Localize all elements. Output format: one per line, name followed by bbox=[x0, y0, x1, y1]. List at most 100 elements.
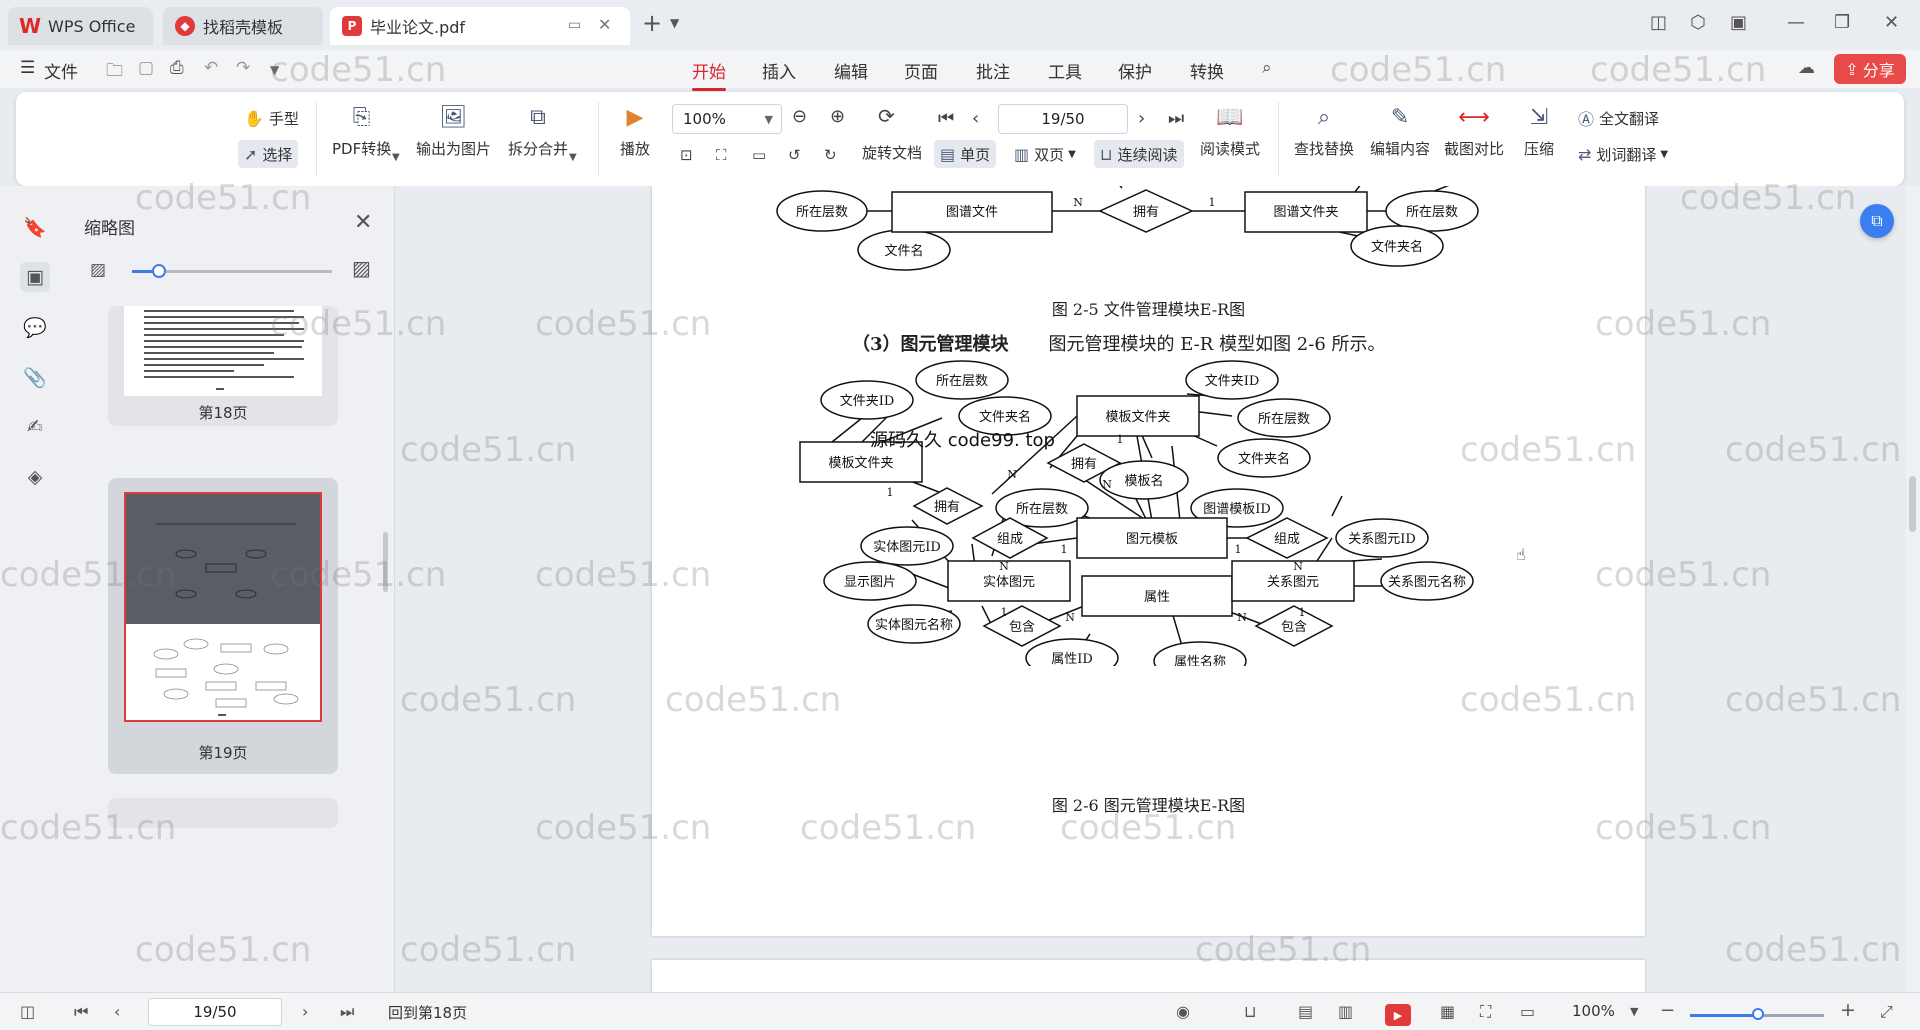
menu-comment[interactable]: 批注 bbox=[976, 58, 1010, 83]
thumbnail-card-selected[interactable]: 第19页 bbox=[108, 478, 338, 774]
rotate-left-icon[interactable]: ↺ bbox=[788, 146, 801, 164]
split-merge-button[interactable]: ⧉ 拆分合并 bbox=[508, 102, 568, 159]
save-icon[interactable]: ▢ bbox=[138, 58, 154, 78]
fullscreen-icon[interactable]: ⤢ bbox=[1880, 1002, 1893, 1022]
compress-button[interactable]: ⇲ 压缩 bbox=[1524, 102, 1554, 159]
search-icon[interactable]: ⌕ bbox=[1262, 58, 1272, 78]
floating-tool-icon[interactable]: ⧉ bbox=[1860, 204, 1894, 238]
hamburger-icon[interactable]: ☰ bbox=[20, 58, 35, 78]
pdf-convert-button[interactable]: ⎘ PDF转换 bbox=[332, 102, 391, 159]
export-image-button[interactable]: 🖼 输出为图片 bbox=[416, 102, 491, 159]
attachment-icon[interactable]: 📎 bbox=[20, 362, 50, 392]
next-page-icon[interactable]: › bbox=[1138, 108, 1145, 129]
document-scrollbar-thumb[interactable] bbox=[1909, 476, 1916, 532]
continuous-icon[interactable]: ⊔ bbox=[1244, 1002, 1256, 1021]
zoom-select[interactable]: 100% ▼ bbox=[672, 104, 782, 134]
double-page-icon[interactable]: ▥ bbox=[1338, 1002, 1353, 1021]
tab-template[interactable]: ◆ 找稻壳模板 bbox=[163, 7, 323, 45]
read-mode-icon[interactable]: ▦ bbox=[1440, 1002, 1455, 1021]
find-replace-button[interactable]: ⌕ 查找替换 bbox=[1294, 102, 1354, 159]
thumbnail-card[interactable]: 第18页 bbox=[108, 306, 338, 426]
compare-button[interactable]: ⟷ 截图对比 bbox=[1444, 102, 1504, 159]
menu-file[interactable]: 文件 bbox=[44, 58, 78, 83]
full-translate-button[interactable]: Ⓐ 全文翻译 bbox=[1572, 104, 1665, 132]
last-page-icon[interactable]: ⏭ bbox=[340, 1002, 354, 1022]
prev-page-icon[interactable]: ‹ bbox=[114, 1002, 120, 1021]
large-thumb-icon[interactable]: ▨ bbox=[352, 256, 371, 280]
menu-convert[interactable]: 转换 bbox=[1190, 58, 1224, 83]
edit-content-button[interactable]: ✎ 编辑内容 bbox=[1370, 102, 1430, 159]
thumbnail-icon[interactable]: ▣ bbox=[20, 262, 50, 292]
zoom-in-icon[interactable]: ⊕ bbox=[830, 106, 845, 127]
tab-pdf[interactable]: P 毕业论文.pdf ▭ ✕ bbox=[330, 7, 630, 45]
menu-tools[interactable]: 工具 bbox=[1048, 58, 1082, 83]
thumb-size-slider-knob[interactable] bbox=[152, 264, 166, 278]
layers-icon[interactable]: ◈ bbox=[20, 462, 50, 492]
single-page-button[interactable]: ▤ 单页 bbox=[934, 140, 997, 168]
small-thumb-icon[interactable]: ▨ bbox=[90, 260, 106, 280]
open-folder-icon[interactable]: 🗀 bbox=[106, 58, 123, 87]
rotate-doc-button[interactable]: 旋转文档 bbox=[862, 142, 922, 163]
read-mode-button[interactable]: 📖 阅读模式 bbox=[1200, 102, 1260, 159]
minimize-icon[interactable]: — bbox=[1787, 12, 1805, 33]
play-slideshow-icon[interactable]: ▶ bbox=[1385, 1004, 1411, 1026]
zoom-in-icon[interactable]: + bbox=[1840, 999, 1856, 1021]
sidebar-toggle-icon[interactable]: ◫ bbox=[20, 1002, 35, 1021]
menu-insert[interactable]: 插入 bbox=[762, 58, 796, 83]
next-page-icon[interactable]: › bbox=[302, 1002, 308, 1021]
zoom-out-icon[interactable]: ⊖ bbox=[792, 106, 807, 127]
fit-width-icon[interactable]: ▭ bbox=[1520, 1002, 1535, 1021]
continuous-read-button[interactable]: ⊔ 连续阅读 bbox=[1094, 140, 1184, 168]
menu-edit[interactable]: 编辑 bbox=[834, 58, 868, 83]
close-panel-icon[interactable]: ✕ bbox=[354, 210, 372, 235]
page-number-input[interactable]: 19/50 bbox=[998, 104, 1128, 134]
status-zoom-value[interactable]: 100% bbox=[1572, 1002, 1615, 1020]
thumbnail-card-next[interactable] bbox=[108, 798, 338, 828]
zoom-out-icon[interactable]: − bbox=[1660, 1000, 1675, 1021]
double-page-button[interactable]: ▥ 双页 ▼ bbox=[1008, 140, 1082, 168]
thumbnail-page-19[interactable] bbox=[124, 492, 322, 722]
hand-tool-button[interactable]: ✋ 手型 bbox=[238, 104, 305, 132]
tab-wps-office[interactable]: W WPS Office bbox=[8, 7, 153, 45]
back-to-page-link[interactable]: 回到第18页 bbox=[388, 1002, 467, 1023]
panel-scrollbar[interactable] bbox=[383, 532, 388, 592]
bookmark-icon[interactable]: 🔖 bbox=[20, 212, 50, 242]
redo-icon[interactable]: ↷ bbox=[236, 58, 250, 78]
split-merge-chevron-icon[interactable]: ▼ bbox=[569, 152, 577, 163]
print-icon[interactable]: ⎙ bbox=[170, 58, 184, 78]
new-tab-icon[interactable]: + bbox=[642, 9, 662, 37]
zoom-chevron-icon[interactable]: ▼ bbox=[1630, 1005, 1638, 1018]
avatar[interactable]: ▣ bbox=[1730, 12, 1747, 33]
status-page-input[interactable]: 19/50 bbox=[148, 998, 282, 1026]
quick-access-chevron-icon[interactable]: ▼ bbox=[270, 63, 279, 77]
eye-icon[interactable]: ◉ bbox=[1176, 1002, 1190, 1021]
close-window-icon[interactable]: ✕ bbox=[1884, 12, 1899, 33]
select-tool-button[interactable]: ➚ 选择 bbox=[238, 140, 299, 168]
actual-size-icon[interactable]: ⊡ bbox=[680, 146, 693, 164]
signature-icon[interactable]: ✍ bbox=[20, 412, 50, 442]
fit-page-icon[interactable]: ⛶ bbox=[716, 146, 727, 164]
word-translate-button[interactable]: ⇄ 划词翻译 ▼ bbox=[1572, 140, 1674, 168]
first-page-icon[interactable]: ⏮ bbox=[938, 108, 954, 129]
menu-start[interactable]: 开始 bbox=[692, 58, 726, 91]
rotate-doc-icon[interactable]: ⟳ bbox=[878, 104, 895, 128]
cube-icon[interactable]: ⬡ bbox=[1690, 12, 1706, 33]
play-button[interactable]: ▶ 播放 bbox=[620, 102, 650, 159]
status-zoom-slider-knob[interactable] bbox=[1752, 1008, 1764, 1020]
pdf-convert-chevron-icon[interactable]: ▼ bbox=[392, 152, 400, 163]
last-page-icon[interactable]: ⏭ bbox=[1168, 108, 1184, 129]
menu-protect[interactable]: 保护 bbox=[1118, 58, 1152, 83]
thumbnail-page-18[interactable] bbox=[124, 306, 322, 396]
fit-page-icon[interactable]: ⛶ bbox=[1480, 1002, 1491, 1022]
restore-icon[interactable]: ❐ bbox=[1834, 12, 1850, 33]
document-scrollbar[interactable] bbox=[1906, 186, 1920, 992]
share-button[interactable]: ⇪ 分享 bbox=[1834, 54, 1906, 84]
layout-icon[interactable]: ◫ bbox=[1650, 12, 1667, 33]
close-tab-icon[interactable]: ✕ bbox=[598, 15, 611, 34]
prev-page-icon[interactable]: ‹ bbox=[972, 108, 979, 129]
cloud-icon[interactable]: ☁ bbox=[1798, 58, 1815, 78]
single-page-icon[interactable]: ▤ bbox=[1298, 1002, 1313, 1021]
tab-list-chevron-icon[interactable]: ▼ bbox=[670, 16, 679, 30]
rotate-right-icon[interactable]: ↻ bbox=[824, 146, 837, 164]
fit-width-icon[interactable]: ▭ bbox=[752, 146, 766, 164]
